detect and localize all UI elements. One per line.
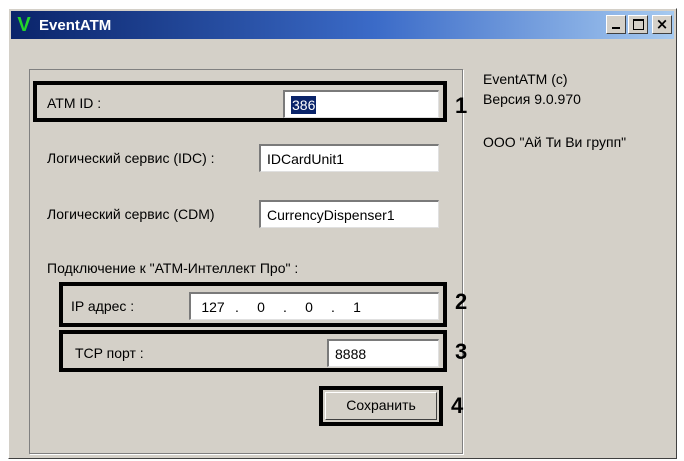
callout-box-4 [319,386,443,426]
callout-number-3: 3 [455,339,468,364]
maximize-button[interactable] [628,15,648,34]
cdm-service-label: Логический сервис (CDM) [47,206,215,222]
window-title: EventATM [39,16,112,34]
callout-box-2 [59,282,447,327]
window-controls: × [606,15,672,34]
company-text: ООО "Ай Ти Ви групп" [483,134,627,150]
minimize-icon [612,27,620,29]
callout-box-3 [59,330,447,372]
maximize-icon [633,19,644,30]
close-button[interactable]: × [652,15,672,34]
cdm-service-input[interactable]: CurrencyDispenser1 [259,200,439,228]
app-name-text: EventATM (c) [483,71,568,87]
version-text: Версия 9.0.970 [483,91,581,107]
idc-service-label: Логический сервис (IDC) : [47,150,215,166]
close-icon: × [655,15,669,33]
title-bar[interactable]: V EventATM × [11,11,674,39]
callout-number-2: 2 [455,289,468,314]
callout-number-1: 1 [455,93,468,118]
connection-label: Подключение к "АТМ-Интеллект Про" : [47,260,299,276]
app-window: V EventATM × ATM ID : 386 1 Логический с… [8,8,677,459]
idc-service-input[interactable]: IDCardUnit1 [259,144,439,172]
minimize-button[interactable] [606,15,626,34]
app-v-icon: V [17,13,31,36]
callout-number-4: 4 [451,393,464,418]
callout-box-1 [33,81,447,122]
